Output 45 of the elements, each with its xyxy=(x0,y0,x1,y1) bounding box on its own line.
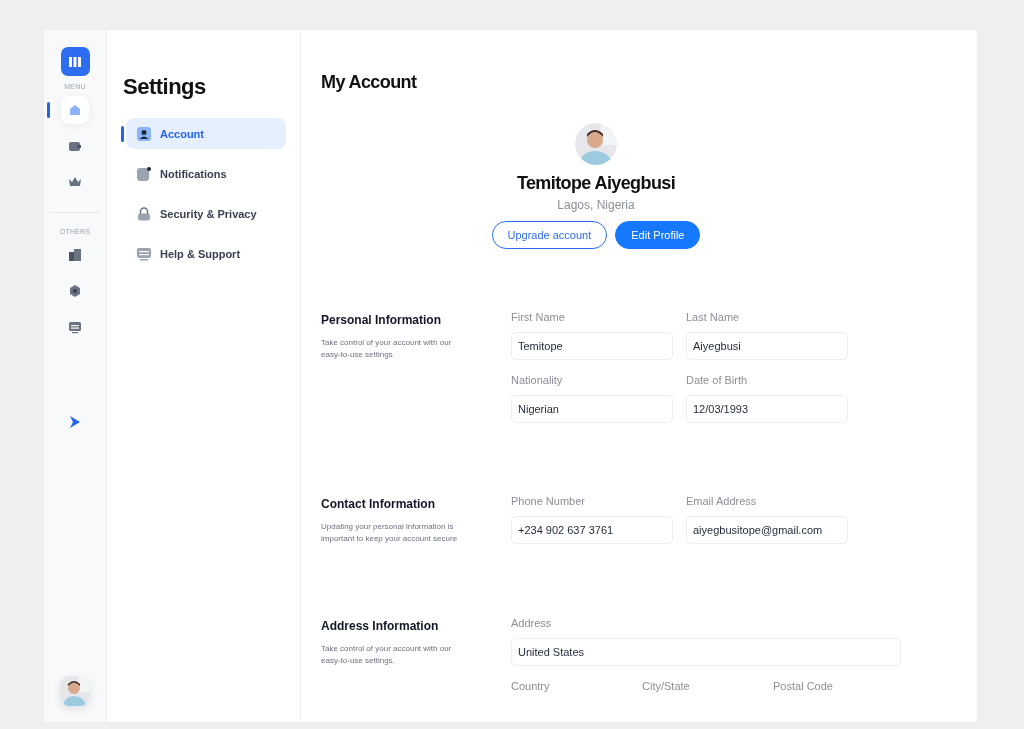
settings-nav-item[interactable]: Security & Privacy xyxy=(126,198,286,229)
profile-name: Temitope Aiyegbusi xyxy=(516,173,676,194)
field-label: Postal Code xyxy=(773,680,834,692)
user-icon xyxy=(137,126,151,141)
building-icon xyxy=(68,248,82,262)
crown-icon xyxy=(68,175,82,189)
input-field[interactable]: United States xyxy=(511,638,901,666)
lock-icon xyxy=(137,206,151,221)
section-title: Contact Information xyxy=(321,497,436,511)
settings-nav-item[interactable]: Notifications xyxy=(126,158,286,189)
field-label: Address xyxy=(511,617,553,629)
app-logo[interactable] xyxy=(60,47,90,76)
section-description: Updating your personal information is important to keep your account secure xyxy=(321,521,459,545)
field-label: Phone Number xyxy=(511,495,586,507)
edit-profile-button[interactable]: Edit Profile xyxy=(615,221,701,249)
input-field[interactable]: +234 902 637 3761 xyxy=(511,516,673,544)
notification-icon xyxy=(137,166,151,181)
monitor-icon xyxy=(137,246,151,261)
monitor-icon xyxy=(68,320,82,334)
hexagon-icon xyxy=(68,284,82,298)
field-label: First Name xyxy=(511,311,566,323)
section-description: Take control of your account with our easy-to-use settings. xyxy=(321,643,453,667)
settings-nav-item[interactable]: Help & Support xyxy=(126,238,286,269)
section-title: Address Information xyxy=(321,619,440,633)
field-label: Last Name xyxy=(686,311,741,323)
field-label: City/State xyxy=(642,680,691,692)
field-label: Email Address xyxy=(686,495,758,507)
field-label: Country xyxy=(511,680,551,692)
section-description: Take control of your account with our easy-to-use settings. xyxy=(321,337,453,361)
profile-location: Lagos, Nigeria xyxy=(557,198,635,212)
field-label: Date of Birth xyxy=(686,374,749,386)
section-title: Personal Information xyxy=(321,313,443,327)
upgrade-button[interactable]: Upgrade account xyxy=(491,221,608,249)
page-title: My Account xyxy=(321,72,418,93)
home-icon xyxy=(68,103,82,117)
input-field[interactable]: 12/03/1993 xyxy=(686,395,848,423)
input-field[interactable]: Temitope xyxy=(511,332,673,360)
wallet-icon xyxy=(68,139,82,153)
settings-title: Settings xyxy=(123,74,207,100)
input-field[interactable]: Aiyegbusi xyxy=(686,332,848,360)
input-field[interactable]: aiyegbusitope@gmail.com xyxy=(686,516,848,544)
field-label: Nationality xyxy=(511,374,564,386)
brand-icon xyxy=(69,415,81,429)
settings-nav-item[interactable]: Account xyxy=(126,118,286,149)
input-field[interactable]: Nigerian xyxy=(511,395,673,423)
